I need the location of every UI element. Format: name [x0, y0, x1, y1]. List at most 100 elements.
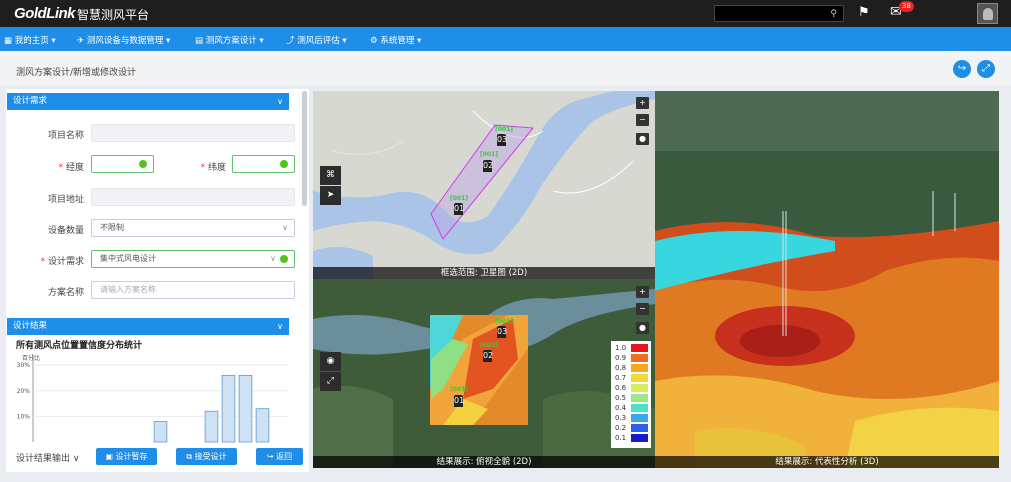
camera-icon: ◉: [326, 356, 335, 366]
longitude-input[interactable]: [91, 155, 154, 173]
chart-bar: [238, 374, 253, 443]
chevron-down-icon[interactable]: ∨: [277, 318, 283, 335]
legend-row: 0.1: [613, 433, 649, 443]
draw-polygon-button[interactable]: ⌘: [320, 166, 341, 185]
chevron-down-icon[interactable]: ∨: [277, 93, 283, 110]
zoom-out-button[interactable]: −: [636, 303, 649, 315]
address-input[interactable]: [91, 188, 295, 206]
notification-badge: 38: [899, 1, 914, 12]
device-count-select[interactable]: 不限制 ∨: [91, 219, 295, 237]
project-name-input[interactable]: [91, 124, 295, 142]
turbine-02-icon[interactable]: 02: [483, 160, 493, 172]
turbine-01-icon[interactable]: 01: [454, 395, 464, 407]
legend-swatch: [631, 364, 648, 372]
legend-row: 0.9: [613, 353, 649, 363]
copy-icon: ⧉: [186, 452, 193, 461]
fullscreen-button[interactable]: ⤢: [977, 60, 995, 78]
legend-row: 1.0: [613, 343, 649, 353]
grid-icon: ▦: [4, 36, 13, 46]
legend-swatch: [631, 384, 648, 392]
turbine-02-icon[interactable]: 02: [483, 350, 493, 362]
save-draft-button[interactable]: ▣ 设计暂存: [96, 448, 157, 465]
analysis-3d-view[interactable]: 结果展示: 代表性分析 (3D): [655, 91, 999, 468]
accept-design-button[interactable]: ⧉ 接受设计: [176, 448, 237, 465]
legend-label: 0.6: [615, 384, 627, 392]
address-label: 项目地址: [47, 195, 84, 205]
turbine-01-icon[interactable]: 01: [454, 203, 464, 215]
zoom-in-button[interactable]: +: [636, 97, 649, 109]
menu-scheme-design[interactable]: ▤ 测风方案设计 ▾: [195, 34, 264, 46]
legend-label: 0.5: [615, 394, 627, 402]
legend-label: 0.2: [615, 424, 627, 432]
flag-icon[interactable]: ⚑: [858, 5, 870, 20]
expand-icon: ⤢: [982, 63, 990, 74]
scheme-name-label: 方案名称: [47, 288, 84, 298]
legend-label: 0.7: [615, 374, 627, 382]
legend-swatch: [631, 424, 648, 432]
legend-label: 0.4: [615, 404, 627, 412]
selection-map[interactable]: [001] 03 [001] 02 [001] 01 + − ● ⌘ ➤ 框选范…: [313, 91, 655, 279]
main-menu: ▦ 我的主页 ▾ ✈ 测风设备与数据管理 ▾ ▤ 测风方案设计 ▾ ⤴ 测风后评…: [0, 27, 1011, 51]
turbine-03-icon[interactable]: 03: [497, 134, 507, 146]
requirement-label: * 设计需求: [40, 257, 84, 267]
legend-swatch: [631, 434, 648, 442]
return-icon: ↪: [266, 452, 274, 461]
turbine-tag: [001]: [495, 126, 514, 133]
scheme-name-input[interactable]: 请输入方案名称: [91, 281, 295, 299]
share-icon: ↪: [957, 63, 967, 74]
design-section-header[interactable]: 设计需求 ∨: [7, 93, 289, 110]
analysis-3d-canvas: [655, 91, 999, 468]
check-icon: [280, 160, 288, 168]
legend-row: 0.8: [613, 363, 649, 373]
overview-map[interactable]: [001] 03 [001] 02 [001] 01 + − ● ◉ ⤢ 1.0…: [313, 279, 655, 468]
confidence-legend: 1.0 0.9 0.8 0.7 0.6 0.5 0.4 0.3 0.2 0.1: [611, 341, 651, 448]
legend-swatch: [631, 404, 648, 412]
arrow-icon: ➤: [326, 190, 335, 200]
requirement-select[interactable]: 集中式风电设计 ∨: [91, 250, 295, 268]
polygon-icon: ⌘: [326, 170, 335, 180]
zoom-out-button[interactable]: −: [636, 114, 649, 126]
chart-line-icon: ⤴: [286, 36, 295, 46]
legend-label: 0.9: [615, 354, 627, 362]
search-input[interactable]: ⚲: [714, 5, 844, 22]
search-icon[interactable]: ⚲: [830, 9, 837, 19]
project-name-label: 项目名称: [47, 131, 84, 141]
menu-devices[interactable]: ✈ 测风设备与数据管理 ▾: [77, 34, 170, 46]
zoom-in-button[interactable]: +: [636, 286, 649, 298]
legend-label: 1.0: [615, 344, 627, 352]
legend-label: 0.8: [615, 364, 627, 372]
turbine-tag: [001]: [480, 151, 499, 158]
latitude-input[interactable]: [232, 155, 295, 173]
check-icon: [139, 160, 147, 168]
results-section-header[interactable]: 设计结果 ∨: [7, 318, 289, 335]
menu-home[interactable]: ▦ 我的主页 ▾: [4, 34, 56, 46]
analysis-caption: 结果展示: 代表性分析 (3D): [655, 456, 999, 468]
avatar[interactable]: [977, 3, 998, 24]
check-icon: [280, 255, 288, 263]
back-button[interactable]: ↪ 返回: [256, 448, 303, 465]
dot-icon: ●: [639, 323, 646, 332]
device-count-label: 设备数量: [47, 226, 84, 236]
turbine-tag: [001]: [450, 386, 469, 393]
reset-view-button[interactable]: ●: [636, 322, 649, 334]
app-title: 智慧测风平台: [77, 8, 150, 22]
legend-label: 0.1: [615, 434, 627, 442]
legend-row: 0.5: [613, 393, 649, 403]
turbine-tag: [001]: [450, 195, 469, 202]
turbine-tag: [001]: [480, 342, 499, 349]
turbine-03-icon[interactable]: 03: [497, 326, 507, 338]
legend-swatch: [631, 374, 648, 382]
latitude-label: * 纬度: [200, 163, 226, 173]
overview-caption: 结果展示: 俯视全貌 (2D): [313, 456, 655, 468]
logo: GoldLink: [14, 5, 76, 22]
menu-post-eval[interactable]: ⤴ 测风后评估 ▾: [286, 34, 347, 46]
reset-view-button[interactable]: ●: [636, 133, 649, 145]
share-button[interactable]: ↪: [953, 60, 971, 78]
expand-map-button[interactable]: ⤢: [320, 372, 341, 391]
locate-button[interactable]: ➤: [320, 186, 341, 205]
export-dropdown[interactable]: 设计结果输出 ∨: [16, 451, 79, 464]
menu-system[interactable]: ⚙ 系统管理 ▾: [370, 34, 421, 46]
screenshot-button[interactable]: ◉: [320, 352, 341, 371]
panel-scrollbar[interactable]: [302, 91, 307, 206]
top-bar: GoldLink 智慧测风平台 ⚲ ⚑ ✉ 38: [0, 0, 1011, 27]
